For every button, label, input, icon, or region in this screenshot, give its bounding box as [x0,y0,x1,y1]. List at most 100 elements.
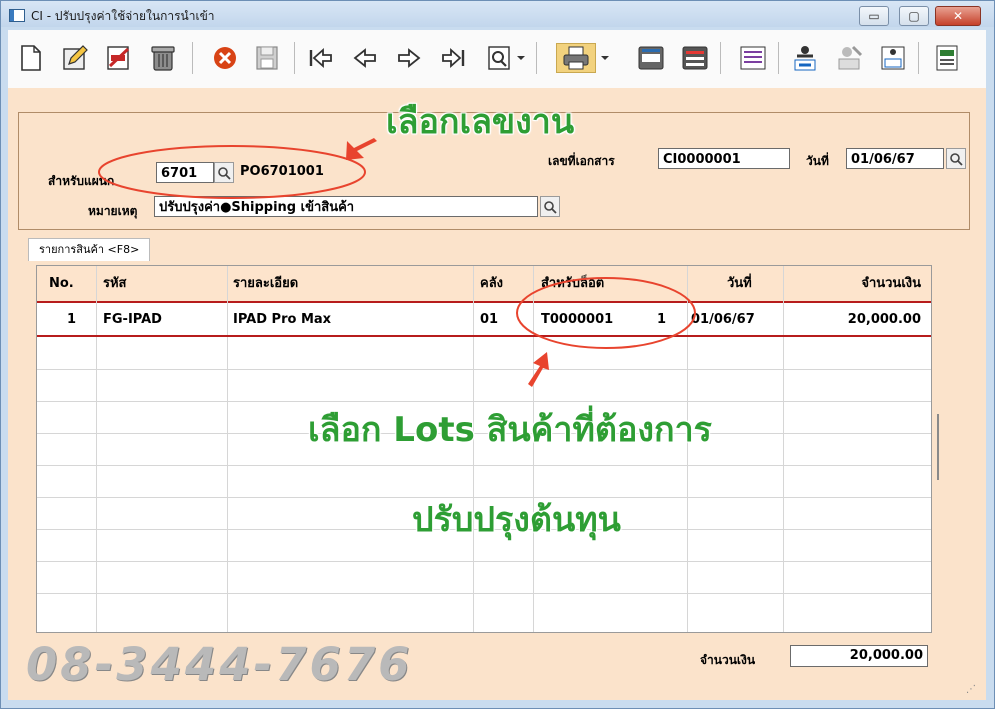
annotation-select-job: เลือกเลขงาน [386,102,575,142]
row-lot-seq[interactable]: 1 [657,303,666,336]
export-button[interactable] [932,43,962,73]
close-button[interactable]: ✕ [935,6,981,26]
toolbar-separator [778,42,779,74]
export-icon [936,45,958,71]
arrow-left-icon [353,48,376,68]
report-icon [682,46,708,70]
annotation-adjust-cost: ปรับปรุงต้นทุน [412,500,621,540]
search-icon [218,166,231,180]
search-icon [950,152,963,166]
total-label: จำนวนเงิน [700,653,756,667]
row-lot[interactable]: T0000001 [541,303,613,336]
po-number: PO6701001 [240,164,324,179]
delete-button[interactable] [148,43,178,73]
grid-column-divider [783,266,784,632]
toolbar-separator [192,42,193,74]
row-no[interactable]: 1 [67,303,76,336]
date-picker-button[interactable] [946,148,966,169]
last-record-icon [442,47,465,69]
row-description[interactable]: IPAD Pro Max [233,303,331,336]
toolbar-separator [536,42,537,74]
note-icon [638,46,664,70]
row-warehouse[interactable]: 01 [480,303,498,336]
void-button[interactable] [104,43,134,73]
minimize-button[interactable]: ▭ [859,6,889,26]
print-button[interactable] [556,43,596,73]
approve-button[interactable] [790,43,820,73]
maximize-button[interactable]: ▢ [899,6,929,26]
maximize-icon: ▢ [908,9,920,23]
window-title: CI - ปรับปรุงค่าใช้จ่ายในการนำเข้า [31,9,215,23]
grid-row-line [37,465,931,466]
toolbar-separator [720,42,721,74]
relink-button[interactable] [738,43,768,73]
edit-button[interactable] [60,43,90,73]
date-label: วันที่ [806,154,829,168]
row-date[interactable]: 01/06/67 [691,303,755,336]
cancel-icon [214,47,236,69]
note-button[interactable] [636,43,666,73]
column-header-date[interactable]: วันที่ [727,266,752,301]
column-header-amount[interactable]: จำนวนเงิน [861,266,921,301]
row-amount[interactable]: 20,000.00 [848,303,921,336]
column-header-code[interactable]: รหัส [103,266,127,301]
dept-lookup-button[interactable] [214,162,234,183]
find-dropdown[interactable] [514,43,528,73]
column-header-no[interactable]: No. [49,266,74,301]
report-button[interactable] [680,43,710,73]
next-record-button[interactable] [394,43,424,73]
new-document-button[interactable] [16,43,46,73]
selected-row-line [37,335,931,337]
approve-ok-icon [794,46,816,71]
first-record-button[interactable] [306,43,336,73]
grid-column-divider [227,266,228,632]
remark-lookup-button[interactable] [540,196,560,217]
date-field[interactable]: 01/06/67 [846,148,944,169]
new-document-icon [21,45,41,71]
approve-all-icon [881,46,905,70]
approve-all-button[interactable] [878,43,908,73]
column-header-lot[interactable]: สำหรับล็อต [541,266,604,301]
grid-scrollbar[interactable] [937,414,939,480]
unapprove-button[interactable] [834,43,864,73]
trash-icon [151,46,175,71]
cancel-button[interactable] [210,43,240,73]
search-icon [544,200,557,214]
resize-grip[interactable]: ⋰ [966,684,976,695]
find-button[interactable] [484,43,514,73]
row-code[interactable]: FG-IPAD [103,303,162,336]
unapprove-icon [838,45,863,70]
toolbar-separator [294,42,295,74]
grid-column-divider [96,266,97,632]
find-document-icon [488,46,510,70]
column-header-warehouse[interactable]: คลัง [480,266,503,301]
relink-icon [740,46,766,70]
grid-row-line [37,561,931,562]
toolbar [8,30,986,88]
edit-icon [63,45,88,70]
close-icon: ✕ [952,9,964,23]
grid-row-line [37,593,931,594]
remark-label: หมายเหตุ [88,204,138,218]
dept-label: สำหรับแผนก [48,174,115,188]
remark-field[interactable]: ปรับปรุงค่า●Shipping เข้าสินค้า [154,196,538,217]
arrow-right-icon [398,48,421,68]
dept-code-field[interactable]: 6701 [156,162,214,183]
toolbar-separator [918,42,919,74]
minimize-icon: ▭ [868,9,880,23]
previous-record-button[interactable] [350,43,380,73]
first-record-icon [309,47,332,69]
chevron-down-icon [517,56,525,60]
floppy-disk-icon [256,46,278,70]
void-icon [107,46,130,70]
phone-watermark: 08-3444-7676 [26,638,413,691]
last-record-button[interactable] [438,43,468,73]
print-dropdown[interactable] [598,43,612,73]
doc-no-field[interactable]: CI0000001 [658,148,790,169]
title-bar: CI - ปรับปรุงค่าใช้จ่ายในการนำเข้า ▭ ▢ ✕ [1,1,994,27]
tab-items[interactable]: รายการสินค้า <F8> [28,238,151,261]
column-header-description[interactable]: รายละเอียด [233,266,298,301]
app-icon [9,9,25,22]
chevron-down-icon [601,56,609,60]
save-button[interactable] [252,43,282,73]
